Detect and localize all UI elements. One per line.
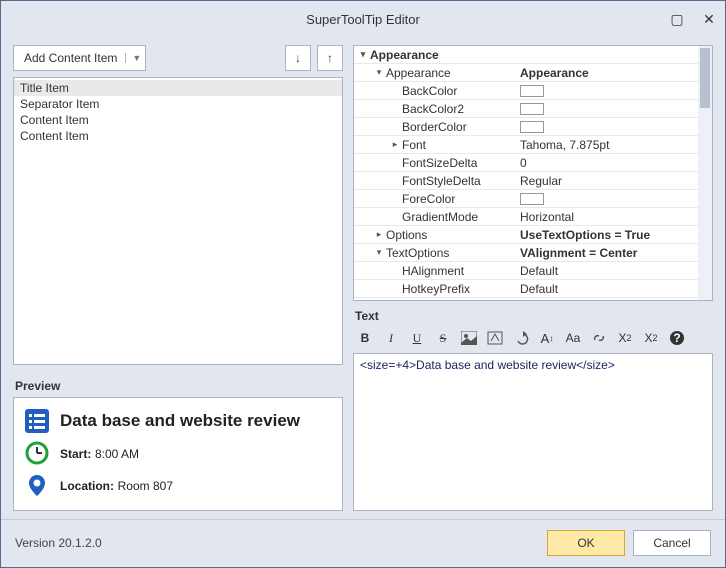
property-row[interactable]: ▾AppearanceAppearance [354,64,712,82]
close-icon[interactable]: ✕ [701,11,717,28]
move-up-button[interactable]: ↑ [317,45,343,71]
preview-title: Data base and website review [60,411,300,431]
list-icon [24,408,50,434]
color-swatch[interactable] [520,103,544,115]
property-row[interactable]: ▾Appearance [354,46,712,64]
bold-icon[interactable]: B [355,329,375,347]
clock-icon [24,440,50,466]
cancel-button[interactable]: Cancel [633,530,711,556]
chevron-right-icon[interactable]: ▸ [372,229,386,240]
undo-icon[interactable] [511,329,531,347]
list-item[interactable]: Title Item [14,80,342,96]
location-pin-icon [24,472,50,498]
chevron-down-icon[interactable]: ▾ [372,247,386,258]
property-row[interactable]: HotkeyPrefixDefault [354,280,712,298]
move-down-button[interactable]: ↓ [285,45,311,71]
strikethrough-icon[interactable]: S [433,329,453,347]
property-row[interactable]: ▸OptionsUseTextOptions = True [354,226,712,244]
underline-icon[interactable]: U [407,329,427,347]
property-grid[interactable]: ▾Appearance▾AppearanceAppearanceBackColo… [353,45,713,301]
rich-text-toolbar: B I U S A↕ Aa X2 X2 ? [353,327,713,353]
superscript-icon[interactable]: X2 [641,329,661,347]
subscript-icon[interactable]: X2 [615,329,635,347]
color-icon[interactable] [485,329,505,347]
chevron-right-icon[interactable]: ▸ [388,139,402,150]
preview-label: Preview [15,379,343,393]
property-row[interactable]: BackColor [354,82,712,100]
maximize-icon[interactable]: ▢ [669,11,685,28]
window-title: SuperToolTip Editor [306,12,420,27]
property-row[interactable]: FontStyleDeltaRegular [354,172,712,190]
link-icon[interactable] [589,329,609,347]
property-row[interactable]: FontSizeDelta0 [354,154,712,172]
chevron-down-icon[interactable]: ▾ [372,67,386,78]
chevron-down-icon[interactable]: ▼ [125,53,141,63]
property-row[interactable]: ▸FontTahoma, 7.875pt [354,136,712,154]
color-swatch[interactable] [520,121,544,133]
font-size-icon[interactable]: A↕ [537,329,557,347]
text-label: Text [355,309,713,323]
list-item[interactable]: Separator Item [14,96,342,112]
content-items-list[interactable]: Title ItemSeparator ItemContent ItemCont… [13,77,343,365]
color-swatch[interactable] [520,193,544,205]
scrollbar[interactable] [698,46,712,300]
font-case-icon[interactable]: Aa [563,329,583,347]
svg-text:?: ? [673,331,680,345]
preview-panel: Data base and website review Start: 8:00… [13,397,343,511]
property-row[interactable]: GradientModeHorizontal [354,208,712,226]
add-content-item-button[interactable]: Add Content Item ▼ [13,45,146,71]
preview-location: Location: Room 807 [60,478,173,493]
property-row[interactable]: BackColor2 [354,100,712,118]
property-row[interactable]: TrimmingDefault [354,298,712,300]
italic-icon[interactable]: I [381,329,401,347]
list-item[interactable]: Content Item [14,128,342,144]
preview-start: Start: 8:00 AM [60,446,139,461]
color-swatch[interactable] [520,85,544,97]
property-row[interactable]: ▾TextOptionsVAlignment = Center [354,244,712,262]
text-input[interactable]: <size=+4>Data base and website review</s… [353,353,713,511]
version-label: Version 20.1.2.0 [15,536,102,550]
ok-button[interactable]: OK [547,530,625,556]
property-row[interactable]: BorderColor [354,118,712,136]
property-row[interactable]: ForeColor [354,190,712,208]
help-icon[interactable]: ? [667,329,687,347]
property-row[interactable]: HAlignmentDefault [354,262,712,280]
add-content-item-label: Add Content Item [24,51,117,65]
image-icon[interactable] [459,329,479,347]
list-item[interactable]: Content Item [14,112,342,128]
chevron-down-icon[interactable]: ▾ [356,49,370,60]
